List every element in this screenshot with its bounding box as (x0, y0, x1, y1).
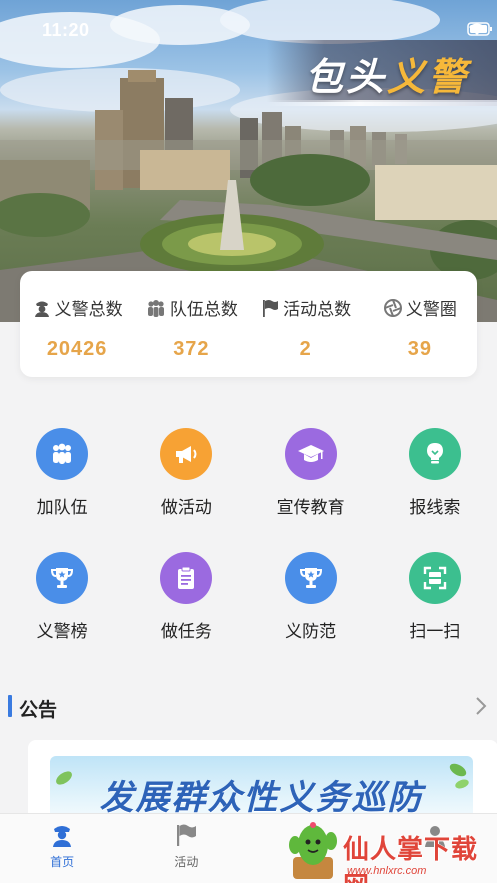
notice-banner-text: 发展群众性义务巡防 (99, 779, 424, 817)
grid-item-education[interactable]: 宣传教育 (249, 428, 373, 552)
grid-label: 加队伍 (36, 498, 88, 517)
team-icon (36, 428, 89, 480)
watermark: 仙人掌下载网 www.hnlxrc.com (277, 815, 497, 883)
stat-value: 372 (173, 338, 210, 360)
stat-label: 活动总数 (283, 300, 352, 319)
grid-label: 义防范 (285, 622, 337, 641)
chevron-right-icon[interactable] (475, 696, 487, 716)
trophy-icon (284, 552, 337, 604)
tab-label: 活动 (174, 855, 199, 869)
stat-circle[interactable]: 义警圈 39 (363, 271, 477, 377)
grid-item-do-task[interactable]: 做任务 (124, 552, 248, 676)
grid-item-ranking[interactable]: 义警榜 (0, 552, 124, 676)
scan-icon (408, 552, 461, 604)
grid-item-do-activity[interactable]: 做活动 (124, 428, 248, 552)
grid-label: 报线索 (409, 498, 461, 517)
grid-label: 做任务 (160, 622, 212, 641)
battery-icon (467, 22, 492, 36)
grid-item-report-clue[interactable]: 报线索 (373, 428, 497, 552)
lightbulb-icon (408, 428, 461, 480)
grid-label: 做活动 (160, 498, 212, 517)
police-officer-icon (53, 826, 72, 847)
stat-label: 队伍总数 (169, 300, 238, 319)
aperture-icon (383, 298, 402, 317)
page-title: 包头义警 (305, 46, 469, 101)
watermark-url: www.hnlxrc.com (347, 865, 427, 877)
stat-value: 39 (407, 338, 432, 360)
grid-label: 宣传教育 (276, 498, 345, 517)
flag-icon (263, 299, 279, 317)
stat-teams[interactable]: 队伍总数 372 (134, 271, 248, 377)
status-time: 11:20 (42, 20, 90, 40)
stats-card: 义警总数 20426 队伍总数 372 活动总数 2 义警圈 39 (20, 271, 477, 377)
cactus-logo (289, 822, 337, 879)
clipboard-icon (160, 552, 213, 604)
stat-label: 义警总数 (54, 300, 123, 319)
stat-value: 20426 (46, 338, 108, 360)
notice-header[interactable]: 公告 (0, 690, 497, 724)
section-marker (8, 695, 12, 717)
stat-activities[interactable]: 活动总数 2 (249, 271, 363, 377)
megaphone-icon (160, 428, 213, 480)
tab-label: 首页 (50, 855, 75, 869)
grid-item-scan[interactable]: 扫一扫 (373, 552, 497, 676)
title-main: 包头 (304, 57, 387, 99)
tab-activities[interactable]: 活动 (124, 814, 248, 883)
grid-label: 义警榜 (36, 622, 88, 641)
team-icon (147, 299, 164, 317)
flag-icon (177, 824, 197, 846)
stat-volunteer-police[interactable]: 义警总数 20426 (20, 271, 134, 377)
grid-item-join-team[interactable]: 加队伍 (0, 428, 124, 552)
stat-value: 2 (299, 338, 312, 360)
stat-label: 义警圈 (405, 300, 457, 319)
title-accent: 义警 (386, 57, 469, 99)
police-icon (34, 301, 49, 317)
graduation-cap-icon (284, 428, 337, 480)
grid-item-prevention[interactable]: 义防范 (249, 552, 373, 676)
feature-grid: 加队伍 做活动 宣传教育 报线索 义警榜 做任务 义防范 扫一扫 (0, 428, 497, 676)
grid-label: 扫一扫 (409, 622, 461, 641)
trophy-icon (36, 552, 89, 604)
title-underline (267, 100, 497, 106)
notice-title: 公告 (19, 700, 58, 721)
tab-home[interactable]: 首页 (0, 814, 124, 883)
